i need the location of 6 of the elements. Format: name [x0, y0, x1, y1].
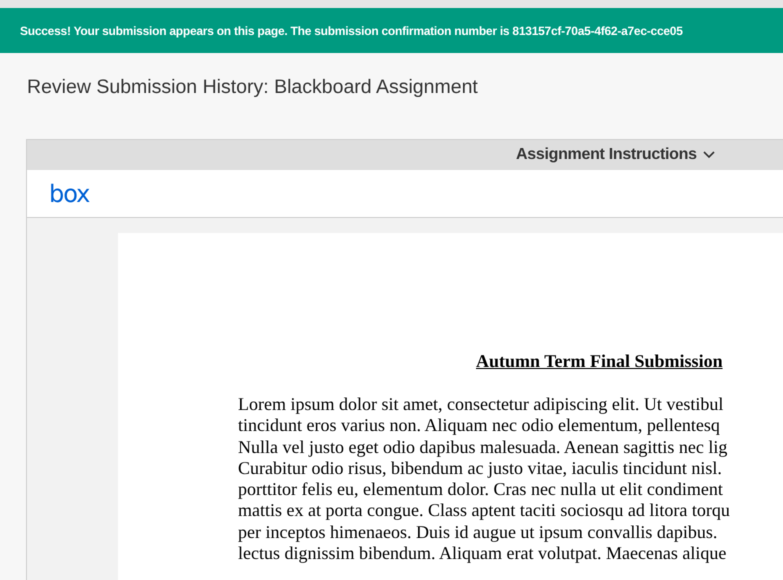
assignment-instructions-toggle[interactable]: Assignment Instructions	[516, 146, 715, 164]
document-heading: Autumn Term Final Submission	[476, 351, 723, 372]
page-title: Review Submission History: Blackboard Assignment	[27, 76, 478, 99]
document-paragraph: Lorem ipsum dolor sit amet, consectetur adipiscing elit. Ut vestibul tincidunt eros varius non. Aliquam nec odio elementum, pellentesq Nulla vel justo eget odio dapibus malesuada. Aenean sagittis nec lig Curabitur odio risus, bibendum ac justo vitae, iaculis tincidunt nisl. porttitor felis eu, elementum dolor. Cras nec nulla ut elit condiment mattis ex at porta congue. Class aptent taciti sociosqu ad litora torqu per inceptos himenaeos. Duis id augue ut ipsum convallis dapibus. lectus dignissim bibendum. Aliquam erat volutpat. Maecenas alique	[238, 394, 731, 564]
box-logo: box	[49, 182, 90, 206]
success-message: Success! Your submission appears on this page. The submission confirmation number is 813157cf-70a5-4f62-a7ec-cce05	[20, 24, 683, 38]
